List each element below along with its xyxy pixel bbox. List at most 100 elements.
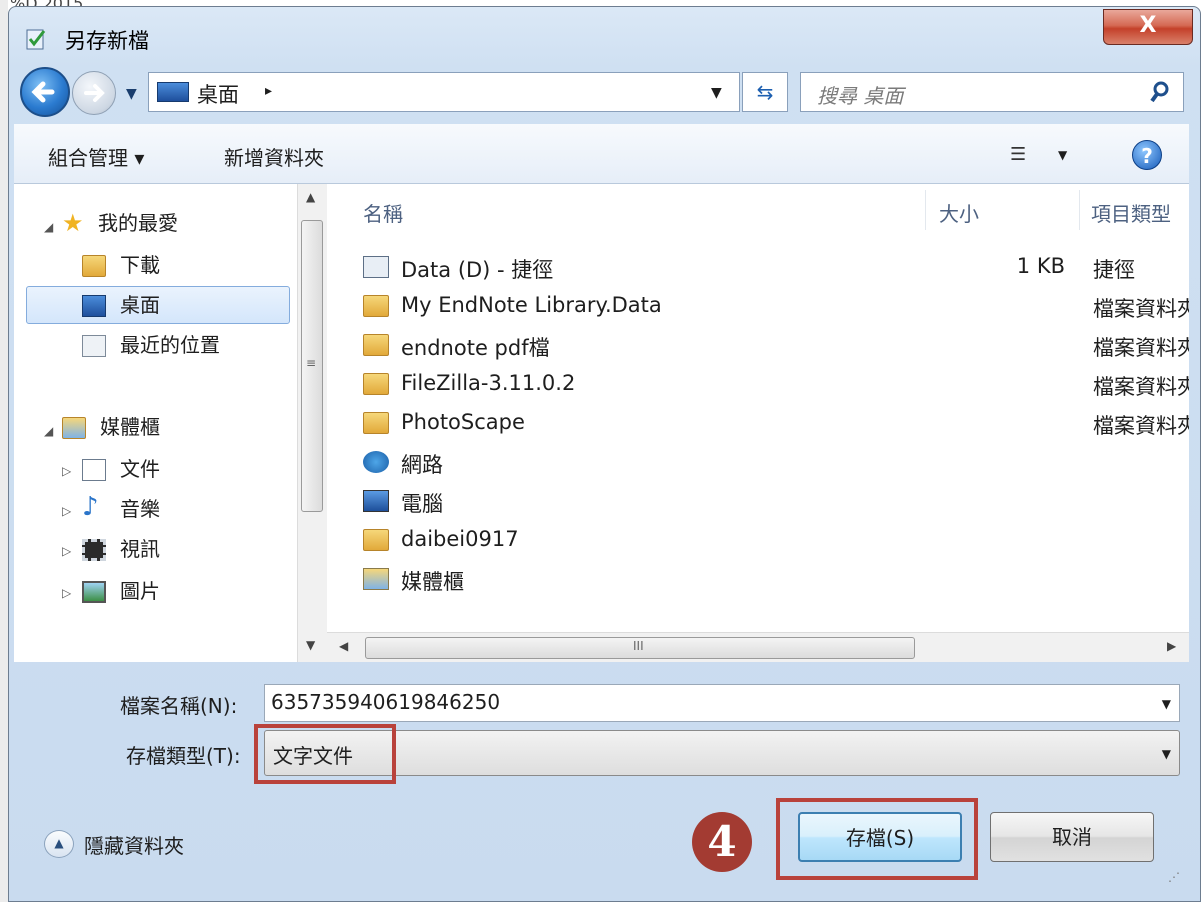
file-size: 1 KB (1016, 254, 1065, 278)
folder-icon (363, 412, 389, 434)
star-icon: ★ (62, 209, 84, 237)
column-header-size[interactable]: 大小 (939, 198, 979, 227)
picture-icon (82, 581, 106, 603)
search-box[interactable]: 搜尋 桌面 (800, 72, 1184, 112)
file-row[interactable]: endnote pdf檔 檔案資料夾 (355, 326, 1189, 364)
library-icon (62, 417, 86, 439)
collapse-libraries[interactable]: ◢ (44, 424, 53, 438)
video-icon (82, 539, 106, 561)
folder-icon (363, 334, 389, 356)
file-type: 捷徑 (1093, 258, 1135, 282)
address-dropdown[interactable]: ▼ (711, 85, 722, 101)
hide-folders-button[interactable]: ▲ (44, 830, 74, 858)
desktop-icon (157, 82, 189, 102)
column-divider[interactable] (1079, 190, 1080, 230)
address-location[interactable]: 桌面 (197, 79, 239, 109)
search-icon[interactable] (1149, 80, 1171, 104)
close-button[interactable]: X (1103, 9, 1193, 45)
folder-icon (363, 373, 389, 395)
file-type: 檔案資料夾 (1093, 414, 1189, 438)
file-row[interactable]: PhotoScape 檔案資料夾 (355, 404, 1189, 442)
file-list-hscrollbar[interactable]: ◀ III ▶ (327, 632, 1189, 662)
refresh-button[interactable]: ⇆ (742, 72, 788, 112)
cancel-button[interactable]: 取消 (990, 812, 1154, 862)
resize-grip[interactable]: ⋰ (1168, 870, 1180, 884)
forward-arrow-icon (84, 84, 105, 102)
scroll-grip-icon: ≡ (306, 356, 317, 370)
refresh-icon: ⇆ (756, 80, 774, 104)
file-name: 網路 (401, 453, 443, 477)
file-row[interactable]: 電腦 (355, 482, 1189, 520)
forward-button[interactable] (72, 71, 116, 115)
shortcut-icon (363, 256, 389, 278)
file-row[interactable]: 網路 (355, 443, 1189, 481)
expand-documents[interactable]: ▷ (62, 464, 71, 478)
scroll-left-arrow[interactable]: ◀ (339, 639, 348, 653)
scroll-up-arrow[interactable]: ▲ (306, 190, 315, 204)
file-name: FileZilla-3.11.0.2 (401, 371, 576, 395)
file-row[interactable]: FileZilla-3.11.0.2 檔案資料夾 (355, 365, 1189, 403)
organize-menu[interactable]: 組合管理 ▾ (48, 142, 144, 171)
navigation-pane: ◢ ★ 我的最愛 下載 桌面 最近的位置 ◢ 媒體櫃 ▷ 文件 ▷ ♪ 音樂 ▷… (14, 184, 297, 662)
user-folder-icon (363, 529, 389, 551)
expand-music[interactable]: ▷ (62, 504, 71, 518)
filetype-dropdown-arrow[interactable]: ▼ (1162, 747, 1171, 761)
hide-folders-label[interactable]: 隱藏資料夾 (84, 830, 184, 859)
file-type: 檔案資料夾 (1093, 297, 1189, 321)
filename-value[interactable]: 635735940619846250 (271, 690, 500, 714)
recent-places-icon (82, 335, 106, 357)
breadcrumb-separator[interactable]: ▸ (265, 83, 272, 99)
collapse-favorites[interactable]: ◢ (44, 220, 53, 234)
column-divider[interactable] (925, 190, 926, 230)
chevron-up-icon: ▲ (54, 836, 64, 850)
file-row[interactable]: 媒體櫃 (355, 560, 1189, 598)
back-button[interactable] (20, 67, 70, 117)
filename-label: 檔案名稱(N): (120, 694, 238, 718)
dialog-title: 另存新檔 (65, 29, 149, 53)
file-name: daibei0917 (401, 527, 519, 551)
column-header-name[interactable]: 名稱 (363, 198, 403, 227)
expand-videos[interactable]: ▷ (62, 544, 71, 558)
file-list: 名稱 大小 項目類型 Data (D) - 捷徑 1 KB 捷徑 My EndNote… (327, 184, 1189, 632)
document-icon (82, 459, 106, 481)
new-folder-button[interactable]: 新增資料夾 (224, 142, 324, 171)
desktop-icon (82, 295, 106, 317)
filename-input[interactable]: 635735940619846250 ▼ (264, 684, 1180, 722)
library-icon (363, 568, 389, 590)
file-type: 檔案資料夾 (1093, 336, 1189, 360)
file-type: 檔案資料夾 (1093, 375, 1189, 399)
downloads-folder-icon (82, 255, 106, 277)
command-toolbar: 組合管理 ▾ 新增資料夾 ☰ ▼ ? (14, 124, 1189, 184)
address-bar[interactable]: 桌面 ▸ ▼ (148, 72, 740, 112)
network-icon (363, 451, 389, 473)
view-dropdown[interactable]: ▼ (1058, 148, 1067, 162)
file-name: My EndNote Library.Data (401, 293, 662, 317)
step-number-badge: 4 (692, 812, 752, 872)
hscroll-grip-icon: III (633, 639, 644, 653)
recent-pages-dropdown[interactable]: ▼ (126, 86, 137, 102)
file-row[interactable]: daibei0917 (355, 521, 1189, 559)
search-placeholder: 搜尋 桌面 (817, 84, 904, 108)
filetype-select[interactable]: 文字文件 ▼ (264, 730, 1180, 776)
nav-pane-scrollbar[interactable]: ▲ ≡ ▼ (297, 184, 327, 662)
column-header-type[interactable]: 項目類型 (1091, 198, 1171, 227)
background-window-edge (0, 0, 8, 902)
filename-dropdown-arrow[interactable]: ▼ (1162, 697, 1171, 711)
back-arrow-icon (31, 81, 55, 103)
computer-icon (363, 490, 389, 512)
file-name: 媒體櫃 (401, 570, 464, 594)
file-row[interactable]: Data (D) - 捷徑 1 KB 捷徑 (355, 248, 1189, 286)
file-row[interactable]: My EndNote Library.Data 檔案資料夾 (355, 287, 1189, 325)
save-button[interactable]: 存檔(S) (798, 812, 962, 862)
filetype-label: 存檔類型(T): (126, 744, 241, 768)
folder-icon (363, 295, 389, 317)
title-bar: 另存新檔 X (9, 7, 1200, 65)
help-icon[interactable]: ? (1132, 140, 1162, 170)
scroll-right-arrow[interactable]: ▶ (1167, 639, 1176, 653)
expand-pictures[interactable]: ▷ (62, 586, 71, 600)
file-name: Data (D) - 捷徑 (401, 258, 554, 282)
view-options-icon[interactable]: ☰ (1010, 144, 1026, 165)
music-icon: ♪ (82, 492, 99, 522)
scroll-down-arrow[interactable]: ▼ (306, 638, 315, 652)
file-name: 電腦 (401, 492, 443, 516)
